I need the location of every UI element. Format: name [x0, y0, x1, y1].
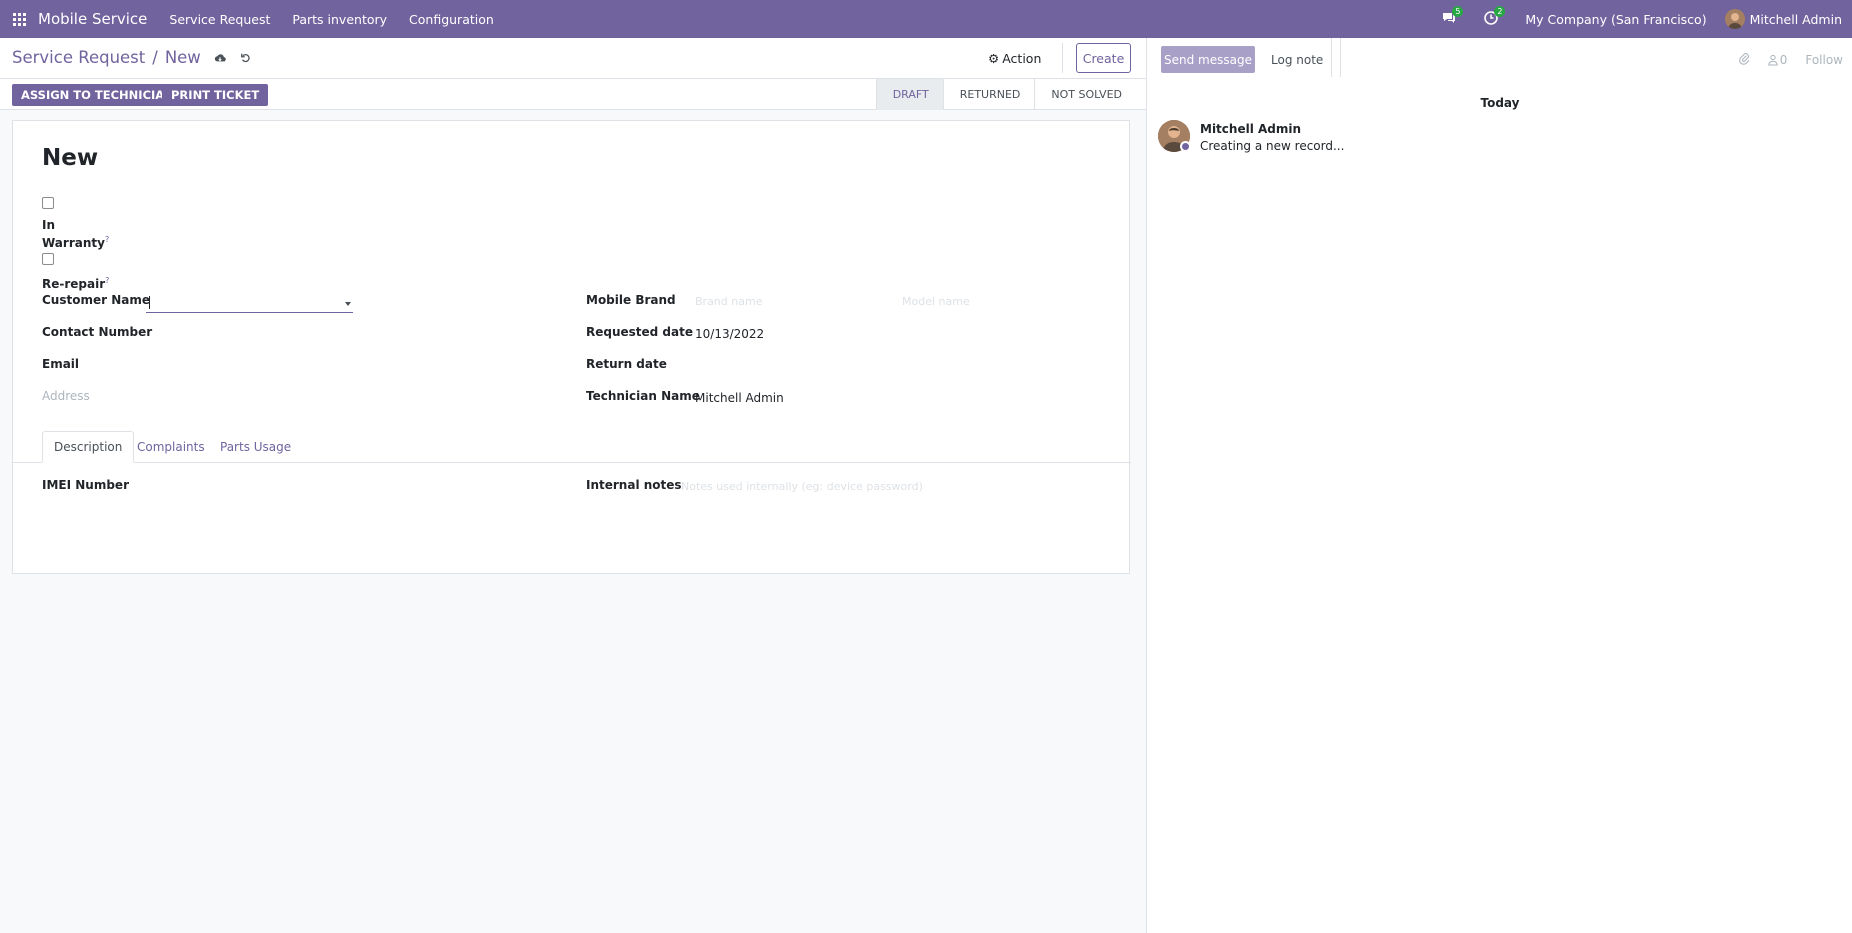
- breadcrumb-current: New: [164, 48, 201, 67]
- internal-notes-label: Internal notes: [586, 478, 682, 492]
- chevron-down-icon[interactable]: [345, 302, 351, 306]
- followers-count: 0: [1779, 52, 1788, 67]
- message-body: Creating a new record...: [1200, 139, 1345, 153]
- menu-parts-inventory[interactable]: Parts inventory: [292, 12, 387, 27]
- tab-description[interactable]: Description: [42, 431, 135, 463]
- status-bar: ASSIGN TO TECHNICIAN PRINT TICKET DRAFT …: [0, 78, 1146, 110]
- technician-name-input[interactable]: Mitchell Admin: [695, 391, 784, 405]
- imei-number-label: IMEI Number: [42, 478, 129, 492]
- internal-notes-input[interactable]: Notes used internally (eg: device passwo…: [681, 480, 923, 493]
- customer-name-label: Customer Name: [42, 293, 150, 307]
- gear-icon: ⚙: [988, 50, 1000, 66]
- send-message-button[interactable]: Send message: [1161, 46, 1255, 73]
- messages-icon[interactable]: 5: [1441, 6, 1464, 28]
- discard-undo-icon[interactable]: [239, 51, 253, 65]
- re-repair-checkbox[interactable]: [42, 253, 54, 265]
- follow-button[interactable]: Follow: [1805, 53, 1843, 67]
- stage-not-solved[interactable]: NOT SOLVED: [1034, 79, 1136, 110]
- user-icon: [1768, 54, 1778, 65]
- chatter-divider: [1331, 38, 1341, 77]
- user-menu[interactable]: Mitchell Admin: [1750, 12, 1842, 27]
- contact-number-label: Contact Number: [42, 325, 153, 339]
- log-note-button[interactable]: Log note: [1271, 46, 1323, 73]
- apps-menu-icon[interactable]: [0, 0, 38, 38]
- brand-name-input[interactable]: Brand name: [695, 295, 762, 308]
- chatter-panel: Send message Log note 0 Follow Today Mit…: [1146, 38, 1852, 933]
- re-repair-label: Re-repair?: [42, 276, 110, 291]
- online-status-dot: [1180, 141, 1191, 152]
- followers-button[interactable]: 0: [1768, 52, 1788, 67]
- requested-date-label: Requested date: [586, 325, 693, 339]
- activities-clock-icon[interactable]: 2: [1483, 6, 1506, 28]
- requested-date-input[interactable]: 10/13/2022: [695, 327, 764, 341]
- stage-returned[interactable]: RETURNED: [942, 79, 1035, 110]
- breadcrumb-separator: /: [152, 48, 158, 67]
- stage-draft[interactable]: DRAFT: [875, 79, 943, 110]
- status-stages: DRAFT RETURNED NOT SOLVED: [875, 79, 1136, 110]
- record-title: New: [42, 145, 99, 171]
- company-switcher[interactable]: My Company (San Francisco): [1525, 12, 1706, 27]
- breadcrumb: Service Request / New: [12, 48, 253, 67]
- menu-service-request[interactable]: Service Request: [169, 12, 270, 27]
- model-name-input[interactable]: Model name: [902, 295, 970, 308]
- warranty-label: Warranty?: [42, 235, 110, 250]
- return-date-label: Return date: [586, 357, 667, 371]
- tab-parts-usage[interactable]: Parts Usage: [209, 431, 302, 463]
- re-repair-help-mark: ?: [105, 276, 110, 285]
- notebook-tabs: Description Complaints Parts Usage: [13, 431, 1131, 463]
- print-ticket-button[interactable]: PRINT TICKET: [162, 84, 269, 106]
- control-panel: Service Request / New ⚙ Action Create AS…: [0, 38, 1146, 110]
- address-field[interactable]: Address: [42, 389, 90, 403]
- technician-name-label: Technician Name: [586, 389, 700, 403]
- tab-complaints[interactable]: Complaints: [126, 431, 216, 463]
- user-avatar[interactable]: [1724, 9, 1745, 29]
- in-warranty-checkbox[interactable]: [42, 197, 54, 209]
- save-cloud-icon[interactable]: [213, 51, 227, 65]
- messages-count-badge: 5: [1452, 6, 1464, 17]
- action-label: Action: [1002, 50, 1042, 66]
- breadcrumb-parent[interactable]: Service Request: [12, 48, 145, 67]
- action-menu-button[interactable]: ⚙ Action: [988, 47, 1041, 69]
- text-cursor: [149, 296, 150, 309]
- app-name[interactable]: Mobile Service: [38, 10, 147, 28]
- create-button[interactable]: Create: [1076, 43, 1131, 73]
- top-navbar: Mobile Service Service Request Parts inv…: [0, 0, 1852, 38]
- chatter-topbar: Send message Log note 0 Follow: [1147, 38, 1852, 77]
- menu-configuration[interactable]: Configuration: [409, 12, 494, 27]
- date-separator: Today: [1480, 96, 1520, 110]
- message-author[interactable]: Mitchell Admin: [1200, 122, 1301, 136]
- chatter-tools: 0 Follow: [1721, 46, 1843, 73]
- activities-count-badge: 2: [1494, 6, 1506, 17]
- form-sheet: New In Warranty? Re-repair? Customer Nam…: [12, 120, 1131, 574]
- warranty-help-mark: ?: [104, 235, 110, 244]
- paperclip-icon[interactable]: [1738, 52, 1750, 68]
- toolbar-divider: [1062, 43, 1063, 73]
- email-label: Email: [42, 357, 80, 371]
- customer-name-input[interactable]: [146, 293, 353, 313]
- assign-to-technician-button[interactable]: ASSIGN TO TECHNICIAN: [12, 84, 183, 106]
- mobile-brand-label: Mobile Brand: [586, 293, 676, 307]
- in-label: In: [42, 218, 56, 232]
